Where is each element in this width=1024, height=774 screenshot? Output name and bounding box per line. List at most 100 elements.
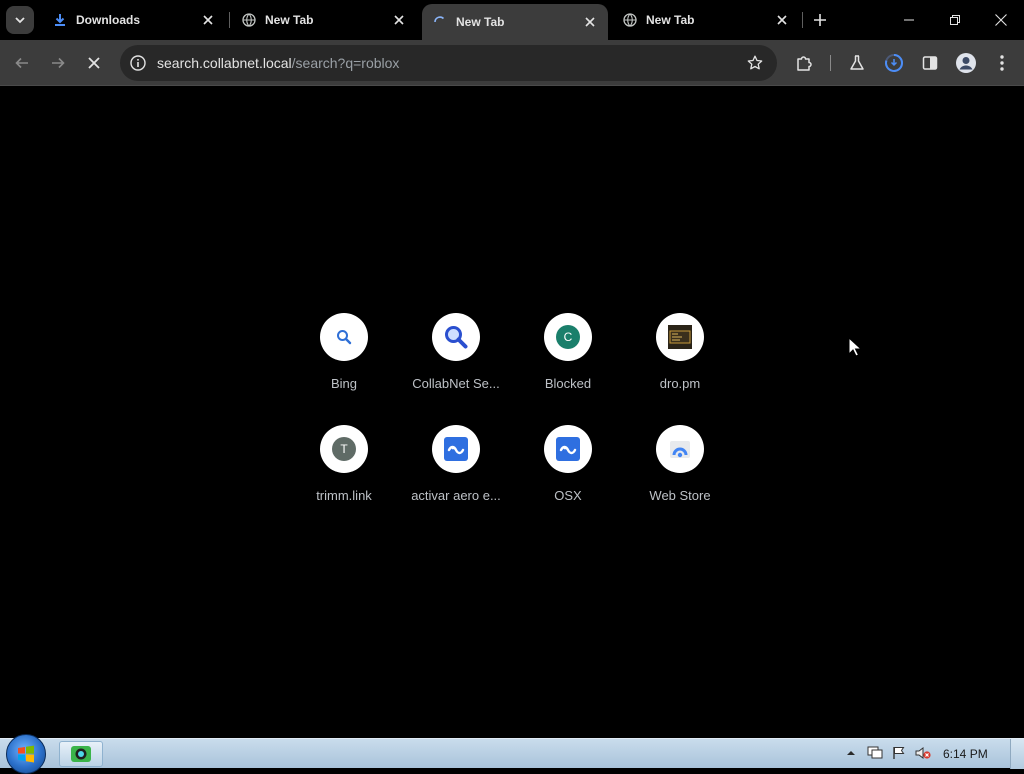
close-icon	[995, 14, 1007, 26]
dro-pm-favicon	[668, 325, 692, 349]
new-tab-page: Bing CollabNet Se... C Blocked dro.pm T …	[0, 87, 1024, 738]
shortcut-activar-aero[interactable]: activar aero e...	[408, 425, 504, 525]
shortcut-icon-circle	[656, 425, 704, 473]
tab-new-tab-1[interactable]: New Tab	[231, 6, 417, 34]
tab-title: New Tab	[456, 15, 505, 29]
close-icon	[585, 17, 595, 27]
tab-downloads[interactable]: Downloads	[42, 6, 226, 34]
shortcut-trimm-link[interactable]: T trimm.link	[296, 425, 392, 525]
shortcut-blocked[interactable]: C Blocked	[520, 313, 616, 413]
tab-close-button[interactable]	[391, 12, 407, 28]
minimize-icon	[904, 19, 914, 21]
extensions-button[interactable]	[790, 49, 818, 77]
shortcut-web-store[interactable]: Web Store	[632, 425, 728, 525]
globe-icon	[622, 12, 638, 28]
arrow-left-icon	[15, 57, 28, 69]
shortcut-icon-circle	[656, 313, 704, 361]
chevron-down-icon	[15, 17, 25, 24]
labs-button[interactable]	[843, 49, 871, 77]
tab-title: Downloads	[76, 13, 141, 27]
tab-close-button[interactable]	[774, 12, 790, 28]
back-button[interactable]	[8, 49, 36, 77]
tab-title: New Tab	[646, 13, 695, 27]
stop-loading-button[interactable]	[80, 49, 108, 77]
shortcut-label: CollabNet Se...	[412, 376, 500, 391]
taskbar-clock[interactable]: 6:14 PM	[943, 747, 988, 761]
url-path: /search?q=roblox	[291, 55, 400, 71]
toolbar-divider	[830, 55, 831, 71]
shortcut-bing[interactable]: Bing	[296, 313, 392, 413]
bing-search-icon	[337, 330, 352, 345]
shortcut-icon-circle	[432, 313, 480, 361]
magnifier-icon	[445, 326, 468, 349]
restore-button[interactable]	[932, 0, 978, 40]
chevron-up-icon	[847, 751, 855, 755]
download-progress-button[interactable]	[880, 49, 908, 77]
loading-spinner-icon	[432, 14, 448, 30]
shortcut-icon-circle	[320, 313, 368, 361]
mouse-cursor-icon	[848, 337, 862, 357]
letter-t-icon: T	[332, 437, 356, 461]
taskbar-app-button[interactable]	[59, 741, 103, 767]
avatar-icon	[956, 53, 976, 73]
download-progress-icon	[885, 54, 903, 72]
tab-separator	[802, 12, 803, 28]
address-bar[interactable]: search.collabnet.local/search?q=roblox	[120, 45, 777, 81]
address-url[interactable]: search.collabnet.local/search?q=roblox	[157, 55, 399, 71]
tab-search-button[interactable]	[6, 6, 34, 34]
letter-c-icon: C	[556, 325, 580, 349]
shortcut-icon-circle: T	[320, 425, 368, 473]
tray-network-display[interactable]	[867, 745, 883, 761]
start-button[interactable]	[6, 734, 46, 774]
windows-logo-icon	[18, 745, 34, 763]
tray-action-center[interactable]	[891, 745, 907, 761]
close-window-button[interactable]	[978, 0, 1024, 40]
shortcut-label: activar aero e...	[411, 488, 501, 503]
shortcut-icon-circle: C	[544, 313, 592, 361]
side-panel-button[interactable]	[916, 49, 944, 77]
blue-logo-icon	[556, 437, 580, 461]
blue-logo-icon	[444, 437, 468, 461]
tab-strip: Downloads New Tab New Tab New Tab	[0, 0, 1024, 40]
tab-close-button[interactable]	[582, 14, 598, 30]
new-tab-button[interactable]	[808, 8, 832, 32]
star-icon	[747, 55, 763, 70]
tab-close-button[interactable]	[200, 12, 216, 28]
site-info-icon[interactable]	[128, 53, 148, 73]
shortcut-icon-circle	[432, 425, 480, 473]
web-store-icon	[670, 441, 690, 458]
tab-title: New Tab	[265, 13, 314, 27]
shortcut-collabnet-search[interactable]: CollabNet Se...	[408, 313, 504, 413]
profile-button[interactable]	[952, 49, 980, 77]
menu-button[interactable]	[988, 49, 1016, 77]
more-vertical-icon	[1000, 55, 1004, 71]
flask-icon	[850, 55, 864, 70]
volume-muted-icon	[915, 747, 931, 759]
tray-overflow-button[interactable]	[843, 745, 859, 761]
tab-new-tab-active[interactable]: New Tab	[422, 4, 608, 40]
tab-separator	[229, 12, 230, 28]
bookmark-star-button[interactable]	[745, 53, 765, 73]
close-icon	[88, 57, 100, 69]
close-icon	[203, 15, 213, 25]
globe-icon	[241, 12, 257, 28]
monitor-icon	[867, 746, 883, 759]
close-icon	[394, 15, 404, 25]
plus-icon	[814, 14, 826, 26]
tray-volume-muted[interactable]	[915, 745, 931, 761]
tab-new-tab-2[interactable]: New Tab	[612, 6, 800, 34]
restore-icon	[950, 15, 960, 25]
shortcut-label: Web Store	[649, 488, 711, 503]
url-host: search.collabnet.local	[157, 55, 292, 71]
show-desktop-button[interactable]	[1010, 739, 1024, 769]
arrow-right-icon	[52, 57, 65, 69]
forward-button[interactable]	[44, 49, 72, 77]
shortcut-osx[interactable]: OSX	[520, 425, 616, 525]
shortcut-dro-pm[interactable]: dro.pm	[632, 313, 728, 413]
browser-toolbar: search.collabnet.local/search?q=roblox	[0, 40, 1024, 86]
shortcut-label: OSX	[554, 488, 582, 503]
close-icon	[777, 15, 787, 25]
shortcut-label: trimm.link	[316, 488, 372, 503]
minimize-button[interactable]	[886, 0, 932, 40]
puzzle-icon	[797, 56, 812, 71]
